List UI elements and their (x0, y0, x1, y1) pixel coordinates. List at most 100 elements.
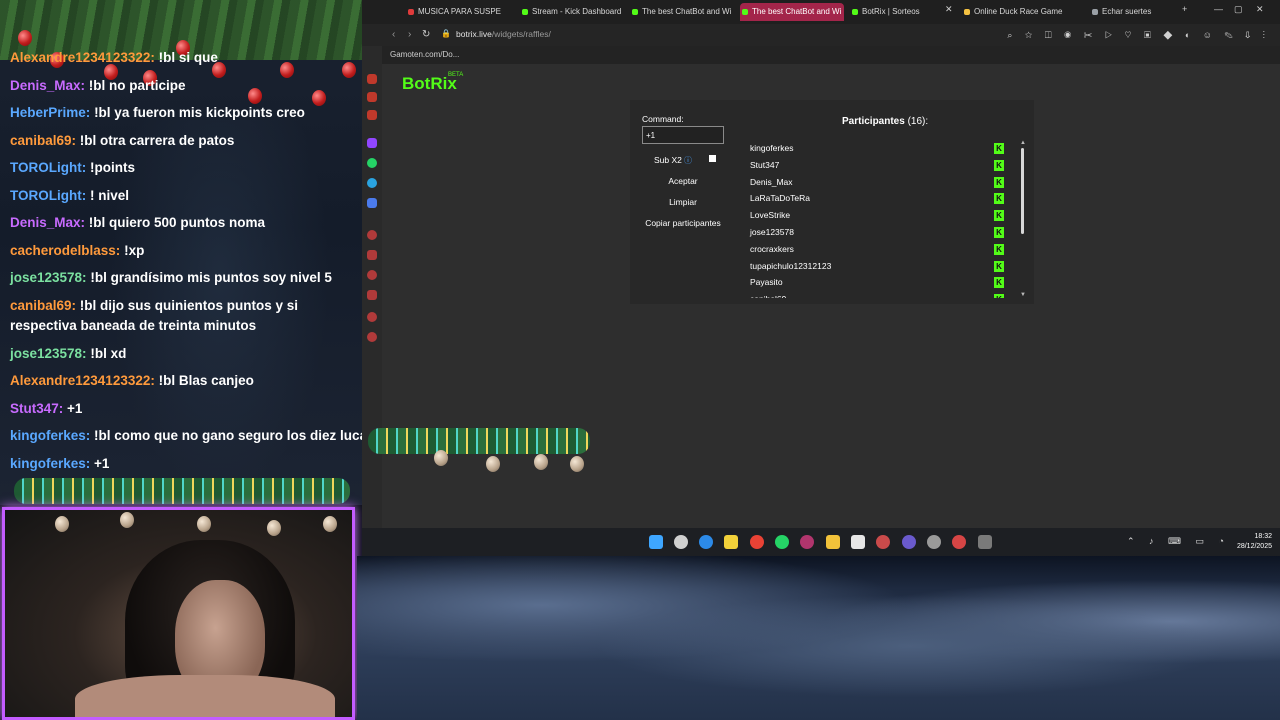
chat-text: !bl xd (90, 345, 127, 361)
system-tray-icons[interactable]: ⌃ ♪ ⌨ ▭ ◔ (1127, 536, 1230, 547)
sidebar-icon[interactable] (367, 230, 377, 240)
participant-row: Payasito K (738, 274, 1018, 291)
tab-duck-race[interactable]: Online Duck Race Game (962, 3, 1066, 21)
edge-icon[interactable] (699, 535, 713, 549)
chat-text: +1 (67, 400, 83, 416)
raffle-widget: Command: Sub X2 ⓘ Aceptar Limpiar Copiar… (630, 100, 1034, 304)
chat-message: Alexandre1234123322: !bl si que (10, 44, 358, 72)
url-path: /widgets/raffles/ (491, 29, 551, 39)
chat-text: !bl como que no gano seguro los diez luc… (94, 428, 362, 443)
scroll-thumb[interactable] (1021, 148, 1024, 234)
start-icon[interactable] (649, 535, 663, 549)
chrome-icon[interactable] (750, 535, 764, 549)
notes-icon[interactable] (724, 535, 738, 549)
search-icon[interactable] (674, 535, 688, 549)
chat-username: kingoferkes: (10, 455, 91, 471)
close-window-icon[interactable]: ✕ (1256, 4, 1264, 15)
tab-label: The best ChatBot and Wi (752, 7, 842, 16)
sidebar-icon[interactable] (367, 198, 377, 208)
bookmark-item[interactable]: Gamoten.com/Do... (390, 50, 459, 59)
tab-label: The best ChatBot and Wi (642, 7, 732, 16)
chat-message: canibal69: !bl otra carrera de patos (10, 127, 358, 155)
tab-botrix-2[interactable]: The best ChatBot and Wi (740, 3, 844, 21)
kick-icon: K (994, 210, 1004, 222)
system-clock[interactable]: 18:32 28/12/2025 (1237, 532, 1272, 552)
sidebar-icon[interactable] (367, 312, 377, 322)
tab-label: BotRix | Sorteos (862, 7, 920, 16)
kick-icon: K (994, 243, 1004, 255)
windows-taskbar: ⌃ ♪ ⌨ ▭ ◔ 18:32 28/12/2025 (362, 528, 1280, 556)
participants-scrollbar[interactable]: ▲ ▼ (1020, 140, 1026, 300)
chat-username: canibal69: (10, 297, 77, 313)
sub-x2-checkbox[interactable] (709, 155, 716, 162)
extension-icons[interactable]: ⌕ ☆ ◫ ◉ ✂ ▷ ♡ ▣ ◆ ◐ ☺ ✎ ⇩ ⋮ (1007, 30, 1270, 41)
settings-icon[interactable] (367, 332, 377, 342)
chat-message-list: Alexandre1234123322: !bl si que Denis_Ma… (10, 44, 362, 477)
ornament-icon (434, 450, 448, 466)
url-field[interactable]: botrix.live/widgets/raffles/ (456, 29, 551, 39)
chat-username: kingoferkes: (10, 428, 91, 443)
sub-x2-label: Sub X2 (654, 155, 682, 165)
chat-text: !bl ya fueron mis kickpoints creo (94, 105, 305, 120)
participant-name: kingoferkes (750, 143, 794, 153)
accept-button[interactable]: Aceptar (633, 176, 733, 186)
webcam-feed (2, 507, 355, 720)
tab-musica[interactable]: MUSICA PARA SUSPE (406, 3, 514, 21)
discord-icon[interactable] (902, 535, 916, 549)
app-icon[interactable] (876, 535, 890, 549)
kick-icon: K (994, 159, 1004, 171)
duck-icon (964, 9, 970, 15)
tab-echar-suertes[interactable]: Echar suertes (1090, 3, 1190, 21)
scroll-up-icon[interactable]: ▲ (1020, 140, 1026, 146)
maximize-icon[interactable]: ▢ (1234, 4, 1243, 15)
new-tab-icon[interactable]: + (1182, 4, 1187, 14)
telegram-icon[interactable] (367, 178, 377, 188)
whatsapp-icon[interactable] (775, 535, 789, 549)
chat-username: cacherodelblass: (10, 242, 121, 258)
botrix-icon (742, 9, 748, 15)
chat-username: Denis_Max: (10, 215, 86, 230)
participant-name: LoveStrike (750, 210, 791, 221)
chat-text: !bl no participe (88, 77, 186, 93)
scroll-down-icon[interactable]: ▼ (1020, 292, 1026, 298)
christmas-lights-decoration (368, 428, 590, 454)
tab-label: Online Duck Race Game (974, 7, 1063, 16)
close-tab-icon[interactable]: ✕ (945, 4, 953, 15)
sidebar-icon[interactable] (367, 74, 377, 84)
participant-row: jose123578 K (738, 224, 1018, 241)
opera-icon[interactable] (800, 535, 814, 549)
tab-kick-dashboard[interactable]: Stream - Kick Dashboard (520, 3, 624, 21)
tab-botrix-1[interactable]: The best ChatBot and Wi (630, 3, 734, 21)
app-icon[interactable] (927, 535, 941, 549)
clear-button[interactable]: Limpiar (633, 197, 733, 207)
copy-participants-button[interactable]: Copiar participantes (633, 218, 733, 228)
lock-icon[interactable]: 🔒 (441, 29, 451, 38)
ornament-icon (534, 454, 548, 470)
back-icon[interactable]: ‹ (392, 29, 395, 40)
app-icon[interactable] (978, 535, 992, 549)
chat-username: jose123578: (10, 345, 87, 361)
tab-botrix-sorteos[interactable]: BotRix | Sorteos (850, 3, 954, 21)
info-icon[interactable]: ⓘ (684, 155, 692, 166)
history-icon[interactable] (367, 270, 377, 280)
command-input[interactable] (642, 126, 724, 144)
download-icon[interactable] (367, 290, 377, 300)
twitch-icon[interactable] (367, 138, 377, 148)
chat-text: !bl quiero 500 puntos noma (88, 215, 266, 230)
minimize-icon[interactable]: — (1214, 4, 1223, 14)
streamer-body (75, 675, 335, 717)
folder-icon[interactable] (826, 535, 840, 549)
sidebar-icon[interactable] (367, 250, 377, 260)
app-icon[interactable] (952, 535, 966, 549)
sidebar-icon[interactable] (367, 110, 377, 120)
chat-username: canibal69: (10, 132, 77, 148)
reload-icon[interactable]: ↻ (422, 29, 430, 40)
chat-text: !bl si que (158, 50, 218, 65)
participant-row: LaRaTaDoTeRa K (738, 190, 1018, 207)
forward-icon[interactable]: › (408, 29, 411, 40)
store-icon[interactable] (851, 535, 865, 549)
sidebar-icon[interactable] (367, 92, 377, 102)
whatsapp-icon[interactable] (367, 158, 377, 168)
chat-message: cacherodelblass: !xp (10, 237, 358, 265)
ornament-icon (197, 516, 211, 532)
